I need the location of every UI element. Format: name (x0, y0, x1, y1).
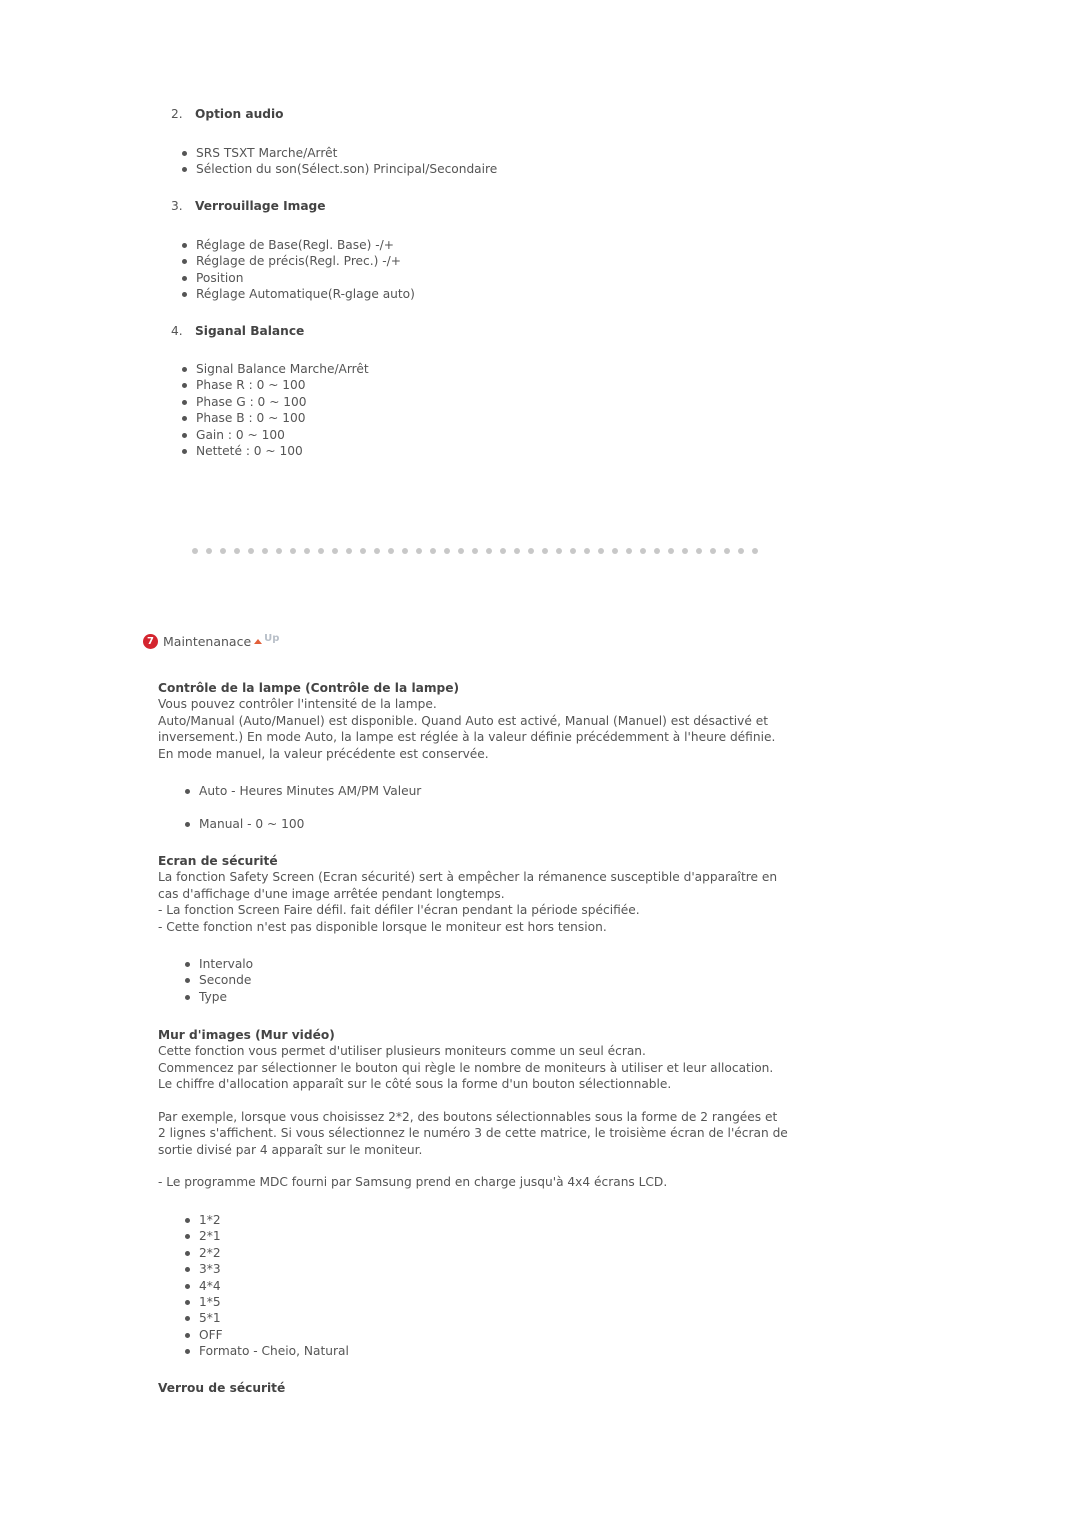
up-link-label: Up (264, 633, 280, 644)
list-item: SRS TSXT Marche/Arrêt (181, 145, 497, 161)
maintenance-section-title: 7 Maintenanace Up (143, 633, 280, 649)
section-title: Option audio (195, 107, 284, 121)
paragraph-line: Auto/Manual (Auto/Manuel) est disponible… (158, 713, 769, 728)
list-item: 4*4 (185, 1278, 349, 1294)
video-wall-list: 1*2 2*1 2*2 3*3 4*4 1*5 5*1 OFF Formato … (185, 1212, 349, 1360)
list-item: Réglage de précis(Regl. Prec.) -/+ (182, 253, 415, 269)
list-item: Sélection du son(Sélect.son) Principal/S… (181, 162, 498, 177)
safety-screen-heading: Ecran de sécurité (158, 854, 278, 868)
list-item: 1*2 (185, 1212, 349, 1228)
lamp-control-block: Contrôle de la lampe (Contrôle de la lam… (158, 680, 808, 762)
list-item: OFF (185, 1327, 349, 1343)
up-link[interactable]: Up (254, 633, 280, 647)
paragraph-line: Cette fonction vous permet d'utiliser pl… (158, 1044, 646, 1059)
lamp-list-auto: Auto - Heures Minutes AM/PM Valeur (184, 783, 422, 799)
paragraph-line: - Le programme MDC fourni par Samsung pr… (158, 1175, 668, 1189)
section-label: Maintenanace (163, 634, 252, 649)
list-item: Réglage Automatique(R-glage auto) (182, 287, 415, 302)
section-title: Siganal Balance (195, 324, 305, 338)
section-number: 2. (171, 107, 183, 121)
paragraph-line: sortie divisé par 4 apparaît sur le moni… (158, 1142, 423, 1157)
list-item: Intervalo (184, 957, 254, 971)
video-wall-note: - Le programme MDC fourni par Samsung pr… (158, 1174, 808, 1190)
paragraph-line: inversement.) En mode Auto, la lampe est… (158, 730, 776, 745)
section-title: Verrouillage Image (195, 199, 326, 213)
list-item: Réglage de Base(Regl. Base) -/+ (182, 237, 415, 253)
list-item: Formato - Cheio, Natural (185, 1344, 349, 1359)
paragraph-line: cas d'affichage d'une image arrêtée pend… (158, 886, 505, 901)
safety-screen-list: Intervalo Seconde Type (184, 956, 254, 1005)
list-item: Type (184, 989, 253, 1005)
dotted-divider (192, 548, 758, 554)
list-item: Auto - Heures Minutes AM/PM Valeur (184, 784, 422, 798)
paragraph-line: Vous pouvez contrôler l'intensité de la … (158, 697, 437, 712)
list-item: Position (182, 270, 415, 286)
list-item: Gain : 0 ~ 100 (182, 427, 369, 443)
paragraph-line: 2 lignes s'affichent. Si vous sélectionn… (158, 1126, 788, 1141)
security-lock-heading: Verrou de sécurité (158, 1381, 286, 1395)
paragraph-line: Par exemple, lorsque vous choisissez 2*2… (158, 1110, 778, 1124)
list-item: 5*1 (185, 1310, 349, 1326)
security-lock-block: Verrou de sécurité (158, 1380, 808, 1396)
paragraph-line: - La fonction Screen Faire défil. fait d… (158, 903, 640, 918)
paragraph-line: - Cette fonction n'est pas disponible lo… (158, 919, 607, 934)
lamp-list-manual: Manual - 0 ~ 100 (184, 816, 305, 832)
list-item: Manual - 0 ~ 100 (184, 817, 305, 831)
list-item: Seconde (184, 973, 252, 988)
paragraph-line: En mode manuel, la valeur précédente est… (158, 746, 489, 761)
section-heading-option-audio: 2. Option audio (171, 107, 284, 121)
section-heading-signal-balance: 4. Siganal Balance (171, 324, 304, 338)
section-heading-verrouillage-image: 3. Verrouillage Image (171, 199, 326, 213)
paragraph-line: Le chiffre d'allocation apparaît sur le … (158, 1077, 672, 1092)
section-number: 3. (171, 199, 183, 213)
signal-balance-list: Signal Balance Marche/Arrêt Phase R : 0 … (182, 361, 369, 459)
paragraph-line: La fonction Safety Screen (Ecran sécurit… (158, 870, 778, 885)
list-item: 3*3 (185, 1261, 349, 1277)
list-item: Phase B : 0 ~ 100 (182, 410, 369, 426)
safety-screen-block: Ecran de sécurité La fonction Safety Scr… (158, 853, 808, 935)
verrouillage-image-list: Réglage de Base(Regl. Base) -/+ Réglage … (182, 237, 415, 303)
list-item: 1*5 (185, 1294, 349, 1310)
lamp-control-heading: Contrôle de la lampe (Contrôle de la lam… (158, 681, 460, 695)
option-audio-list: SRS TSXT Marche/Arrêt Sélection du son(S… (181, 145, 498, 178)
video-wall-block: Mur d'images (Mur vidéo) Cette fonction … (158, 1027, 808, 1093)
video-wall-heading: Mur d'images (Mur vidéo) (158, 1028, 335, 1042)
section-number-icon: 7 (143, 634, 158, 649)
section-number: 4. (171, 324, 183, 338)
list-item: Phase G : 0 ~ 100 (182, 394, 369, 410)
list-item: Netteté : 0 ~ 100 (182, 443, 369, 459)
video-wall-example: Par exemple, lorsque vous choisissez 2*2… (158, 1109, 808, 1158)
list-item: 2*2 (185, 1245, 349, 1261)
up-arrow-icon (254, 639, 263, 644)
list-item: Phase R : 0 ~ 100 (182, 377, 369, 393)
list-item: 2*1 (185, 1228, 349, 1244)
list-item: Signal Balance Marche/Arrêt (182, 362, 369, 376)
paragraph-line: Commencez par sélectionner le bouton qui… (158, 1060, 774, 1075)
